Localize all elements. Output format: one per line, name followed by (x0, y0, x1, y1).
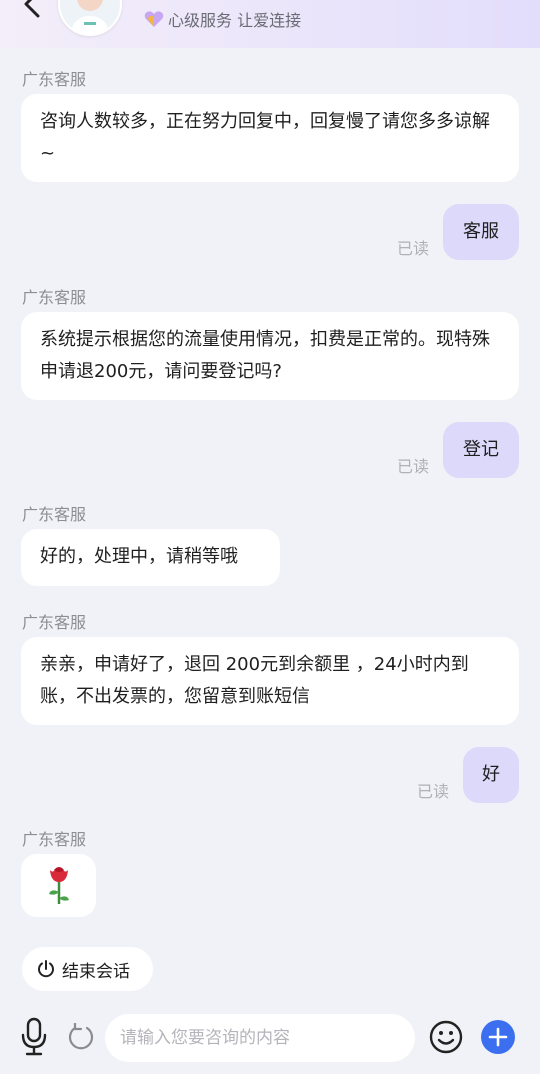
sender-name: 广东客服 (22, 288, 87, 307)
outgoing-message: 客服 (443, 204, 519, 260)
sender-name: 广东客服 (22, 70, 87, 89)
agent-avatar[interactable] (58, 0, 122, 36)
chat-header: 心级服务 让爱连接 (0, 0, 540, 48)
sender-name: 广东客服 (22, 505, 87, 524)
plus-icon (488, 1027, 508, 1047)
read-status: 已读 (397, 457, 430, 476)
agent-portrait-icon (60, 0, 120, 34)
service-slogan: 心级服务 让爱连接 (144, 8, 301, 30)
incoming-emoji-message (21, 854, 96, 917)
slogan-text: 心级服务 让爱连接 (168, 11, 302, 30)
message-input[interactable] (105, 1014, 415, 1062)
back-arrow-icon[interactable] (14, 0, 44, 18)
incoming-message: 系统提示根据您的流量使用情况，扣费是正常的。现特殊申请退200元，请问要登记吗? (21, 312, 519, 400)
power-icon (38, 960, 54, 978)
incoming-message: 亲亲，申请好了，退回 200元到余额里 ，24小时内到账，不出发票的，您留意到账… (21, 637, 519, 725)
microphone-icon[interactable] (20, 1017, 48, 1057)
refresh-icon[interactable] (66, 1023, 96, 1053)
heart-logo-icon (144, 11, 164, 27)
incoming-message: 咨询人数较多，正在努力回复中，回复慢了请您多多谅解~ (21, 94, 519, 182)
end-chat-button[interactable]: 结束会话 (22, 947, 153, 991)
end-chat-label: 结束会话 (62, 961, 130, 982)
incoming-message: 好的，处理中，请稍等哦 (21, 529, 280, 586)
outgoing-message: 好 (463, 747, 519, 803)
sender-name: 广东客服 (22, 830, 87, 849)
rose-icon (49, 867, 69, 904)
add-button[interactable] (481, 1020, 515, 1054)
read-status: 已读 (397, 239, 430, 258)
sender-name: 广东客服 (22, 613, 87, 632)
outgoing-message: 登记 (443, 422, 519, 478)
emoji-icon[interactable] (429, 1020, 463, 1054)
read-status: 已读 (417, 782, 450, 801)
